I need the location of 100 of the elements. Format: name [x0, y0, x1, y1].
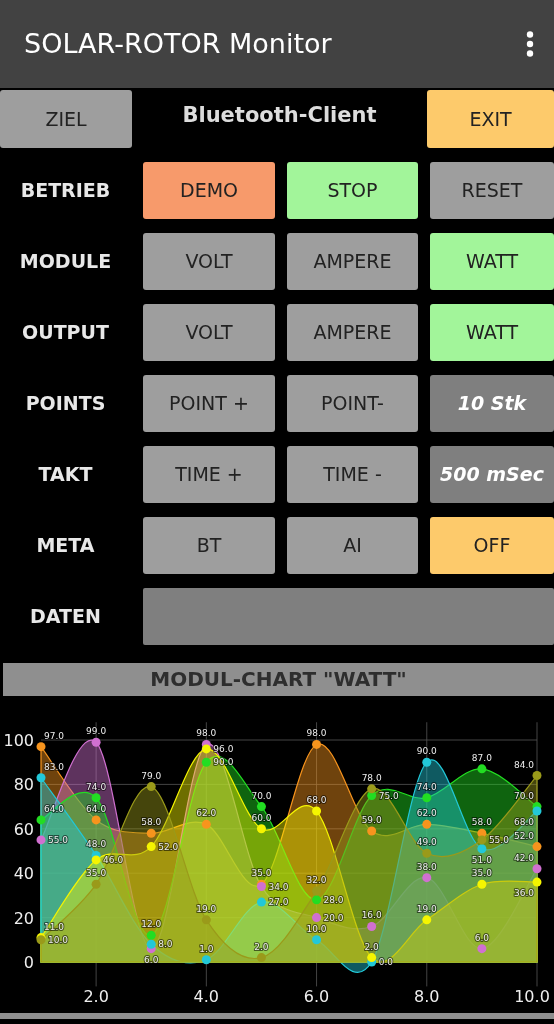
data-label: 35.0 [471, 868, 492, 879]
data-label: 90.0 [416, 746, 437, 757]
data-point [477, 835, 487, 845]
data-label: 68.0 [306, 795, 327, 806]
data-point [201, 757, 211, 767]
data-point [422, 873, 432, 883]
data-point [36, 773, 46, 783]
toggle-button[interactable]: AI [287, 517, 418, 574]
row-label: TAKT [37, 462, 94, 488]
data-point [422, 819, 432, 829]
data-label: 58.0 [141, 817, 162, 828]
data-point [532, 771, 542, 780]
data-point [477, 944, 487, 954]
menu-icon[interactable] [526, 31, 534, 57]
data-label: 70.0 [513, 790, 534, 801]
axis-label: 80 [13, 775, 34, 795]
chart-title: MODUL-CHART "WATT" [3, 663, 554, 696]
value-display: 500 mSec [430, 446, 554, 503]
data-label: 10.0 [306, 923, 327, 934]
data-label: 84.0 [513, 759, 534, 770]
toggle-button[interactable]: VOLT [143, 233, 275, 290]
data-label: 10.0 [48, 934, 69, 945]
toggle-button[interactable]: AMPERE [287, 233, 418, 290]
data-point [367, 953, 377, 963]
data-label: 79.0 [141, 770, 162, 781]
data-point [256, 824, 266, 834]
axis-label: 10.0 [514, 987, 550, 1006]
data-label: 78.0 [361, 772, 382, 783]
data-point [146, 939, 156, 949]
data-point [312, 935, 322, 945]
data-point [312, 895, 322, 905]
data-label: 2.0 [364, 941, 379, 952]
toggle-button[interactable]: POINT- [287, 375, 418, 432]
data-point [91, 855, 101, 865]
axis-label: 2.0 [83, 987, 109, 1006]
data-label: 52.0 [513, 830, 534, 841]
data-point [256, 953, 266, 963]
target-button[interactable]: ZIEL [0, 90, 132, 148]
data-point [477, 879, 487, 889]
toggle-button[interactable]: RESET [430, 162, 554, 219]
data-point [146, 930, 156, 940]
toggle-button[interactable]: STOP [287, 162, 418, 219]
data-label: 28.0 [323, 894, 344, 905]
toggle-button[interactable]: TIME - [287, 446, 418, 503]
axis-label: 4.0 [193, 987, 220, 1006]
data-label: 74.0 [86, 781, 107, 792]
data-label: 55.0 [48, 834, 69, 845]
axis-label: 100 [3, 731, 34, 750]
data-label: 27.0 [268, 897, 289, 908]
data-label: 19.0 [196, 903, 217, 914]
data-label: 83.0 [44, 761, 65, 772]
data-point [312, 739, 322, 749]
exit-button[interactable]: EXIT [427, 90, 554, 148]
data-point [256, 802, 266, 812]
data-point [532, 864, 542, 874]
data-point [146, 782, 156, 792]
row-label: MODULE [18, 249, 113, 275]
data-point [477, 764, 487, 774]
toggle-button[interactable]: WATT [430, 233, 554, 290]
data-point [532, 806, 542, 816]
data-label: 68.0 [513, 817, 534, 828]
data-point [201, 915, 211, 925]
data-label: 35.0 [86, 868, 107, 879]
data-point [422, 915, 432, 925]
data-label: 35.0 [251, 868, 272, 879]
row-label: DATEN [29, 604, 102, 630]
toggle-button[interactable]: OFF [430, 517, 554, 574]
data-label: 8.0 [158, 939, 173, 950]
data-label: 36.0 [513, 888, 534, 899]
toggle-button[interactable]: AMPERE [287, 304, 418, 361]
toggle-button[interactable]: BT [143, 517, 275, 574]
data-label: 98.0 [306, 728, 327, 739]
axis-label: 20 [13, 908, 34, 928]
toggle-button[interactable]: VOLT [143, 304, 275, 361]
toggle-button[interactable]: TIME + [143, 446, 275, 503]
data-label: 11.0 [44, 921, 65, 932]
data-label: 97.0 [44, 730, 65, 741]
data-label: 74.0 [416, 781, 437, 792]
data-point [91, 879, 101, 889]
data-point [312, 806, 322, 816]
app-title: SOLAR-ROTOR Monitor [24, 26, 332, 61]
data-label: 64.0 [44, 803, 65, 814]
data-point [201, 819, 211, 829]
axis-label: 40 [13, 864, 34, 884]
toggle-button[interactable]: DEMO [143, 162, 275, 219]
toggle-button[interactable]: WATT [430, 304, 554, 361]
data-label: 60.0 [251, 812, 272, 823]
data-point [367, 826, 377, 836]
data-point [146, 842, 156, 852]
row-label: POINTS [24, 391, 107, 417]
axis-label: 0 [23, 953, 34, 972]
data-label: 87.0 [471, 752, 492, 763]
data-label: 51.0 [471, 854, 492, 865]
data-point [312, 886, 322, 896]
toggle-button[interactable]: POINT + [143, 375, 275, 432]
data-label: 1.0 [199, 943, 214, 954]
data-field[interactable] [143, 588, 554, 645]
data-point [367, 784, 377, 794]
data-label: 58.0 [471, 817, 492, 828]
data-point [422, 793, 432, 803]
